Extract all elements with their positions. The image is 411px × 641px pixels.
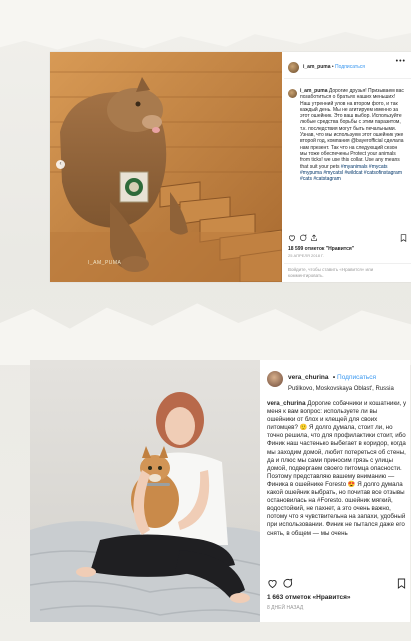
post-header: vera_churina • Подписаться Putilkovo, Mo… — [267, 360, 410, 396]
likes-count[interactable]: 18 599 отметок "Нравится" — [288, 246, 354, 252]
avatar[interactable] — [267, 371, 283, 387]
caption-username[interactable]: vera_churina — [267, 400, 306, 407]
login-to-comment[interactable]: Войдите, чтобы ставить «Нравится» или ко… — [284, 263, 411, 281]
woman-with-cat-photo — [30, 360, 260, 622]
share-icon[interactable] — [310, 234, 318, 242]
post-actions — [288, 234, 408, 244]
heart-icon[interactable] — [267, 578, 278, 589]
post-image-puma[interactable]: ‹ I_AM_PUMA — [50, 52, 282, 282]
post-caption: vera_churina Дорогие собачники и кошатни… — [267, 400, 407, 538]
previous-arrow-icon[interactable]: ‹ — [56, 160, 65, 169]
post-image-woman-with-cat[interactable] — [30, 360, 260, 622]
likes-count[interactable]: 1 663 отметок «Нравится» — [267, 594, 351, 601]
username[interactable]: i_am_puma — [303, 64, 331, 70]
avatar[interactable] — [288, 89, 297, 98]
username[interactable]: vera_churina — [288, 374, 328, 381]
post-header: i_am_puma • Подписаться — [284, 52, 411, 79]
caption-text: Дорогие друзья! Призываем вас позаботить… — [300, 88, 404, 170]
puma-on-stairs-photo — [50, 52, 282, 282]
bookmark-icon[interactable] — [400, 234, 407, 242]
post-caption: i_am_puma Дорогие друзья! Призываем вас … — [288, 88, 406, 182]
comment-icon[interactable] — [282, 578, 293, 589]
comment-icon[interactable] — [299, 234, 307, 242]
instagram-post-vera: vera_churina • Подписаться Putilkovo, Mo… — [30, 360, 410, 622]
follow-button[interactable]: Подписаться — [335, 64, 365, 70]
avatar[interactable] — [288, 61, 299, 73]
bookmark-icon[interactable] — [397, 578, 406, 589]
follow-button[interactable]: Подписаться — [337, 374, 376, 381]
post-date: 8 ДНЕЙ НАЗАД — [267, 605, 304, 611]
caption-text: Дорогие собачники и кошатники, у меня к … — [267, 400, 407, 537]
photo-watermark: I_AM_PUMA — [88, 260, 122, 266]
instagram-post-puma: ‹ I_AM_PUMA i_am_puma • Подписаться ••• … — [50, 52, 411, 282]
post-sidebar: i_am_puma • Подписаться ••• i_am_puma До… — [284, 52, 411, 282]
location-link[interactable]: Putilkovo, Moskovskaya Oblast', Russia — [288, 386, 394, 392]
caption-username[interactable]: i_am_puma — [300, 88, 328, 94]
post-sidebar: vera_churina • Подписаться Putilkovo, Mo… — [267, 360, 410, 622]
heart-icon[interactable] — [288, 234, 296, 242]
more-options-icon[interactable]: ••• — [396, 58, 406, 65]
post-actions — [267, 578, 407, 590]
post-date: 25 АПРЕЛЯ 2018 Г. — [288, 253, 324, 258]
